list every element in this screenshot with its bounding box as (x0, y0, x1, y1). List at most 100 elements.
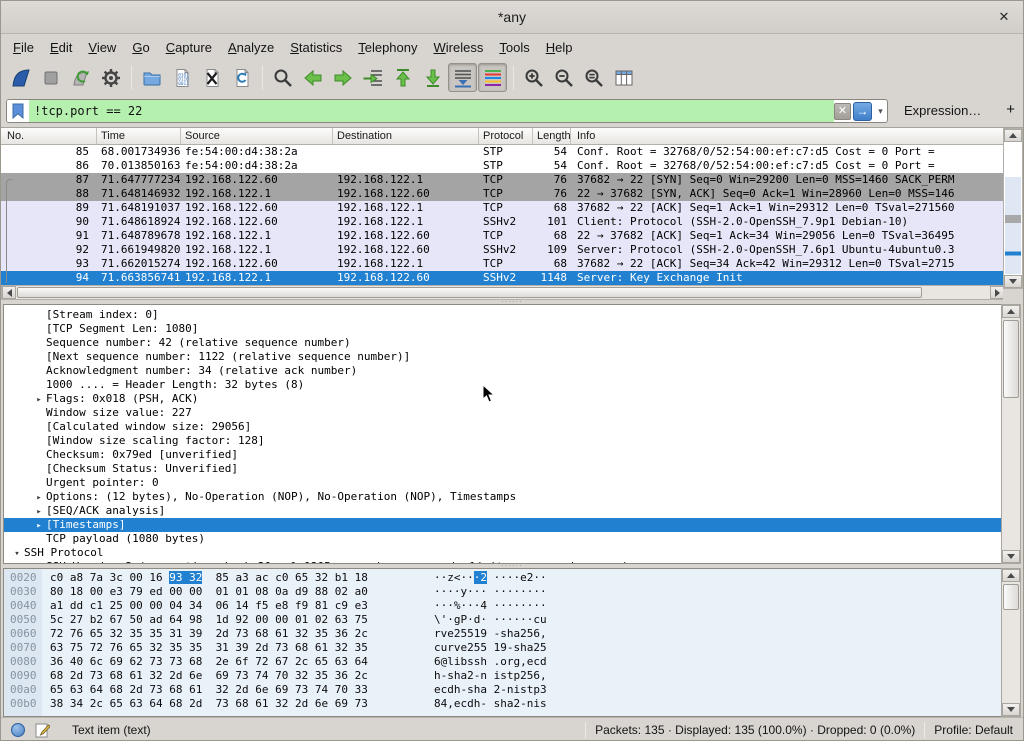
detail-window-scaling[interactable]: [Window size scaling factor: 128] (4, 434, 1002, 448)
column-info[interactable]: Info (571, 128, 1005, 144)
details-scroll-thumb[interactable] (1003, 320, 1019, 398)
scroll-down-button[interactable] (1002, 703, 1020, 716)
details-vscrollbar[interactable] (1001, 304, 1021, 564)
stop-capture-button[interactable] (36, 63, 65, 92)
menu-view[interactable]: View (80, 37, 124, 58)
auto-scroll-toggle-button[interactable] (448, 63, 477, 92)
scroll-up-button[interactable] (1004, 129, 1022, 142)
go-to-last-packet-button[interactable] (418, 63, 447, 92)
column-destination[interactable]: Destination (333, 128, 479, 144)
menu-telephony[interactable]: Telephony (350, 37, 425, 58)
detail-seq-ack-analysis[interactable]: ▸[SEQ/ACK analysis] (4, 504, 1002, 518)
hex-row[interactable]: 0020c0 a8 7a 3c 00 16 93 32 85 a3 ac c0 … (4, 571, 1002, 585)
packet-row-85[interactable]: 8568.001734936fe:54:00:d4:38:2aSTP54Conf… (1, 145, 1005, 159)
expand-icon[interactable]: ▸ (32, 393, 46, 407)
detail-header-length[interactable]: 1000 .... = Header Length: 32 bytes (8) (4, 378, 1002, 392)
title-bar[interactable]: *any ✕ (1, 1, 1023, 34)
close-window-button[interactable]: ✕ (995, 8, 1013, 26)
detail-seq-number[interactable]: Sequence number: 42 (relative sequence n… (4, 336, 1002, 350)
capture-comment-icon[interactable] (34, 722, 50, 738)
scroll-down-button[interactable] (1002, 550, 1020, 563)
scroll-up-button[interactable] (1002, 305, 1020, 318)
hex-row[interactable]: 00b038 34 2c 65 63 64 68 2d 73 68 61 32 … (4, 697, 1002, 711)
colorize-toggle-button[interactable] (478, 63, 507, 92)
detail-tcp-payload[interactable]: TCP payload (1080 bytes) (4, 532, 1002, 546)
go-back-button[interactable] (298, 63, 327, 92)
hex-row[interactable]: 008036 40 6c 69 62 73 73 68 2e 6f 72 67 … (4, 655, 1002, 669)
zoom-in-button[interactable] (519, 63, 548, 92)
detail-next-seq[interactable]: [Next sequence number: 1122 (relative se… (4, 350, 1002, 364)
menu-help[interactable]: Help (538, 37, 581, 58)
packet-row-92[interactable]: 9271.661949820192.168.122.1192.168.122.6… (1, 243, 1005, 257)
hex-row[interactable]: 009068 2d 73 68 61 32 2d 6e 69 73 74 70 … (4, 669, 1002, 683)
detail-ack-number[interactable]: Acknowledgment number: 34 (relative ack … (4, 364, 1002, 378)
packet-row-86[interactable]: 8670.013850163fe:54:00:d4:38:2aSTP54Conf… (1, 159, 1005, 173)
detail-calc-window[interactable]: [Calculated window size: 29056] (4, 420, 1002, 434)
hex-row[interactable]: 00a065 63 64 68 2d 73 68 61 32 2d 6e 69 … (4, 683, 1002, 697)
scroll-up-button[interactable] (1002, 569, 1020, 582)
capture-options-button[interactable] (96, 63, 125, 92)
hex-scroll-thumb[interactable] (1003, 584, 1019, 610)
column-source[interactable]: Source (181, 128, 333, 144)
menu-analyze[interactable]: Analyze (220, 37, 282, 58)
packet-row-88[interactable]: 8871.648146932192.168.122.1192.168.122.6… (1, 187, 1005, 201)
detail-flags[interactable]: ▸Flags: 0x018 (PSH, ACK) (4, 392, 1002, 406)
reload-file-button[interactable] (227, 63, 256, 92)
open-file-button[interactable] (137, 63, 166, 92)
expression-button[interactable]: Expression… (904, 103, 981, 118)
hex-row[interactable]: 0040a1 dd c1 25 00 00 04 34 06 14 f5 e8 … (4, 599, 1002, 613)
zoom-original-button[interactable] (579, 63, 608, 92)
expand-icon[interactable]: ▸ (32, 519, 46, 533)
packet-list-vscrollbar[interactable] (1003, 128, 1023, 289)
go-to-first-packet-button[interactable] (388, 63, 417, 92)
packet-row-87[interactable]: 8771.647777234192.168.122.60192.168.122.… (1, 173, 1005, 187)
scroll-left-button[interactable] (2, 286, 16, 299)
detail-segment-len[interactable]: [TCP Segment Len: 1080] (4, 322, 1002, 336)
filter-clear-button[interactable]: ✕ (834, 103, 851, 120)
restart-capture-button[interactable] (66, 63, 95, 92)
hex-row[interactable]: 00505c 27 b2 67 50 ad 64 98 1d 92 00 00 … (4, 613, 1002, 627)
menu-tools[interactable]: Tools (491, 37, 537, 58)
menu-capture[interactable]: Capture (158, 37, 220, 58)
display-filter-input[interactable] (29, 100, 834, 122)
add-filter-button[interactable]: + (1006, 101, 1015, 118)
expand-icon[interactable]: ▸ (32, 505, 46, 519)
zoom-out-button[interactable] (549, 63, 578, 92)
filter-bookmark-icon[interactable] (7, 100, 29, 122)
packet-row-90[interactable]: 9071.648618924192.168.122.60192.168.122.… (1, 215, 1005, 229)
packet-row-93[interactable]: 9371.662015274192.168.122.60192.168.122.… (1, 257, 1005, 271)
menu-go[interactable]: Go (124, 37, 157, 58)
scroll-right-button[interactable] (990, 286, 1004, 299)
menu-edit[interactable]: Edit (42, 37, 80, 58)
menu-wireless[interactable]: Wireless (426, 37, 492, 58)
start-capture-button[interactable] (6, 63, 35, 92)
detail-ssh-protocol[interactable]: ▾SSH Protocol (4, 546, 1002, 560)
hex-row[interactable]: 003080 18 00 e3 79 ed 00 00 01 01 08 0a … (4, 585, 1002, 599)
hscroll-thumb[interactable] (17, 287, 922, 298)
menu-statistics[interactable]: Statistics (282, 37, 350, 58)
go-forward-button[interactable] (328, 63, 357, 92)
detail-options[interactable]: ▸Options: (12 bytes), No-Operation (NOP)… (4, 490, 1002, 504)
packet-row-94-selected[interactable]: 9471.663856741192.168.122.1192.168.122.6… (1, 271, 1005, 285)
packet-row-89[interactable]: 8971.648191037192.168.122.60192.168.122.… (1, 201, 1005, 215)
collapse-icon[interactable]: ▾ (10, 547, 24, 561)
detail-checksum[interactable]: Checksum: 0x79ed [unverified] (4, 448, 1002, 462)
menu-file[interactable]: File (5, 37, 42, 58)
hex-vscrollbar[interactable] (1001, 568, 1021, 717)
resize-columns-button[interactable] (609, 63, 638, 92)
scroll-down-button[interactable] (1004, 275, 1022, 288)
profile-status[interactable]: Profile: Default (934, 723, 1013, 737)
save-file-button[interactable]: 010101100011 (167, 63, 196, 92)
column-protocol[interactable]: Protocol (479, 128, 533, 144)
column-no[interactable]: No. (1, 128, 97, 144)
expand-icon[interactable]: ▸ (32, 491, 46, 505)
filter-history-caret[interactable]: ▾ (874, 106, 887, 117)
detail-urgent-pointer[interactable]: Urgent pointer: 0 (4, 476, 1002, 490)
detail-window-size[interactable]: Window size value: 227 (4, 406, 1002, 420)
detail-checksum-status[interactable]: [Checksum Status: Unverified] (4, 462, 1002, 476)
expert-info-icon[interactable] (11, 723, 25, 737)
hex-row[interactable]: 007063 75 72 76 65 32 35 35 31 39 2d 73 … (4, 641, 1002, 655)
column-length[interactable]: Length (533, 128, 571, 144)
intelligent-scrollbar-map[interactable] (1005, 143, 1021, 274)
close-file-button[interactable] (197, 63, 226, 92)
